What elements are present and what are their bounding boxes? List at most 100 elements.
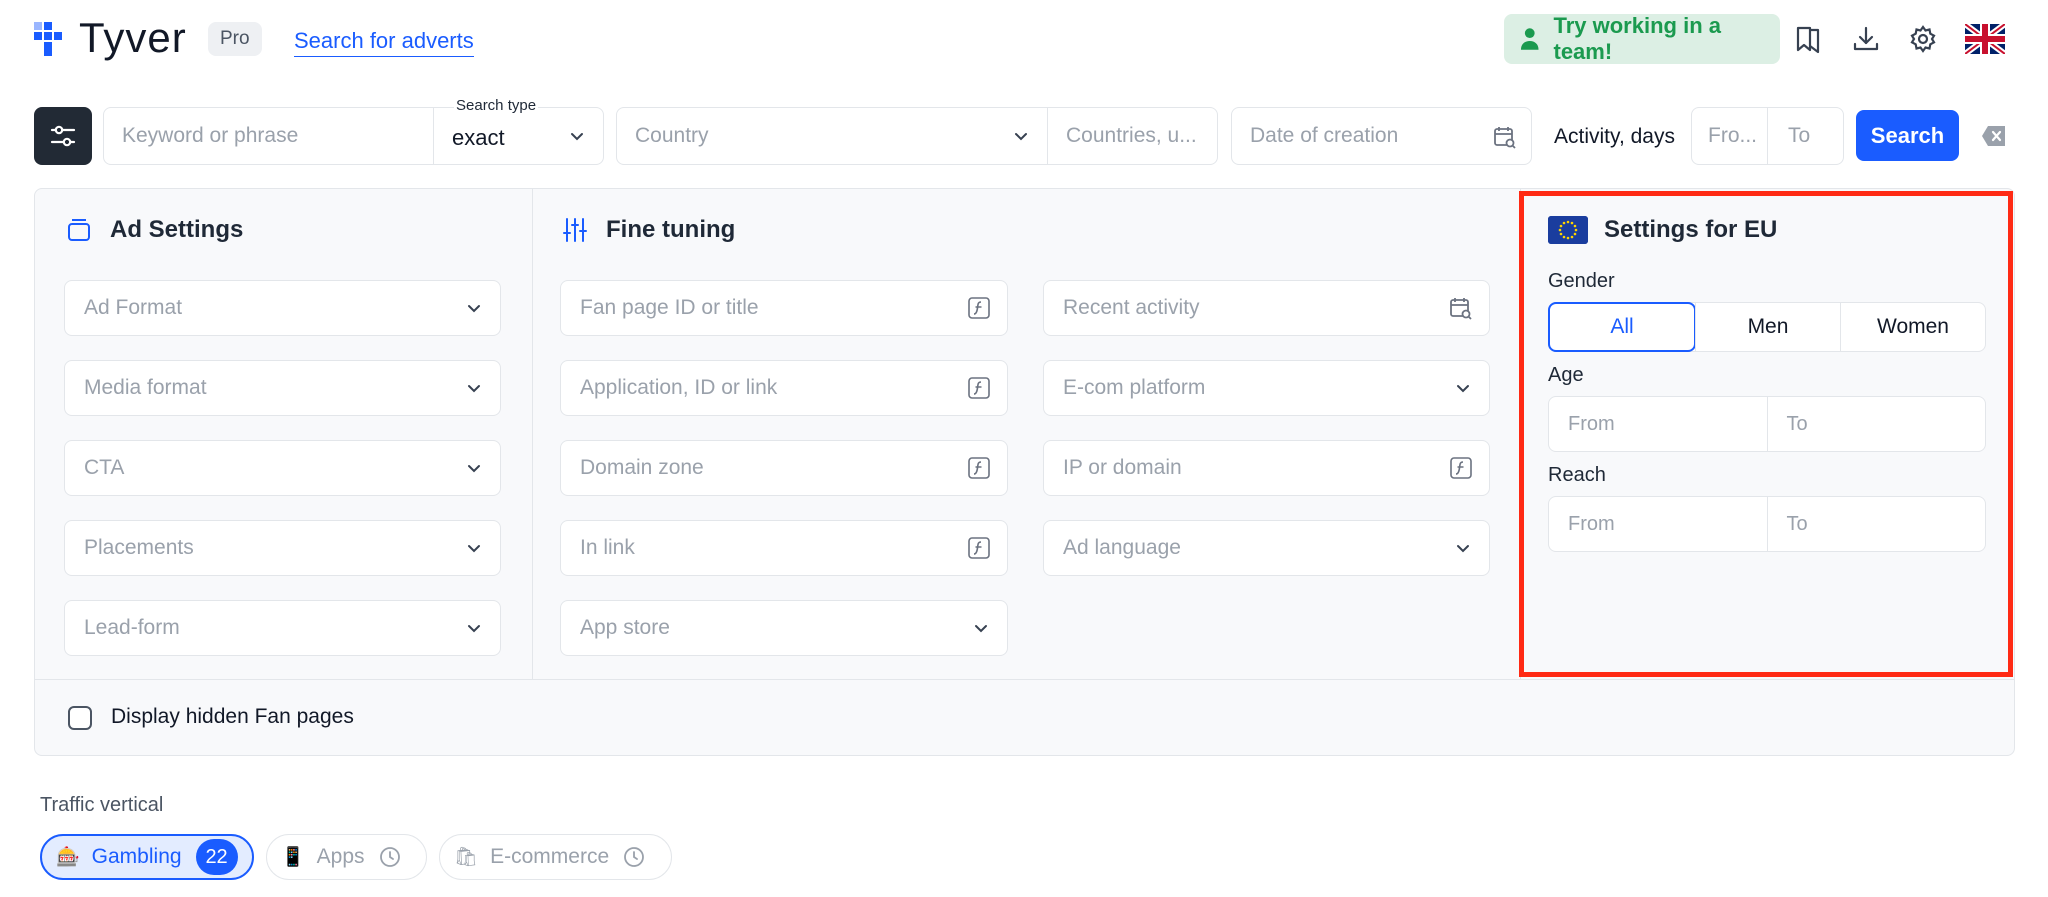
chip-ecommerce[interactable]: 🛍 E-commerce xyxy=(439,834,672,880)
chevron-down-icon xyxy=(975,625,987,633)
logo-text: Tyver xyxy=(79,14,187,61)
country-select[interactable]: Country xyxy=(616,107,1048,165)
domain-zone-input[interactable]: Domain zone xyxy=(560,440,1008,496)
cta-select[interactable]: CTA xyxy=(64,440,501,496)
eu-settings-title: Settings for EU xyxy=(1604,216,1778,243)
display-hidden-checkbox[interactable] xyxy=(68,706,92,730)
function-icon xyxy=(968,377,990,399)
ip-domain-input[interactable]: IP or domain xyxy=(1043,440,1490,496)
activity-from-placeholder: Fro... xyxy=(1708,124,1758,147)
domain-zone-placeholder: Domain zone xyxy=(580,456,704,479)
in-link-placeholder: In link xyxy=(580,536,635,559)
keyword-input[interactable]: Keyword or phrase xyxy=(103,107,434,165)
try-team-label: Try working in a team! xyxy=(1553,13,1721,64)
fan-page-placeholder: Fan page ID or title xyxy=(580,296,759,319)
app-store-select[interactable]: App store xyxy=(560,600,1008,656)
gender-women-option[interactable]: Women xyxy=(1840,303,1985,351)
age-to-input[interactable]: To xyxy=(1766,397,1986,451)
function-icon xyxy=(1450,457,1472,479)
gender-men-option[interactable]: Men xyxy=(1695,303,1840,351)
activity-to-placeholder: To xyxy=(1788,124,1811,147)
uk-flag-icon[interactable] xyxy=(1964,22,2006,56)
age-from-input[interactable]: From xyxy=(1549,397,1767,451)
function-icon xyxy=(968,457,990,479)
reach-label: Reach xyxy=(1548,464,1606,486)
activity-to-input[interactable]: To xyxy=(1767,107,1844,165)
gambling-count-badge: 22 xyxy=(195,839,238,875)
clock-icon xyxy=(379,847,400,867)
shopping-bag-icon: 🛍 xyxy=(454,847,479,868)
ecom-platform-placeholder: E-com platform xyxy=(1063,376,1206,399)
countries-placeholder: Countries, u... xyxy=(1066,124,1197,147)
calendar-search-icon xyxy=(1494,127,1516,149)
chip-gambling[interactable]: 🎰 Gambling 22 xyxy=(40,834,254,880)
application-input[interactable]: Application, ID or link xyxy=(560,360,1008,416)
bookmarks-icon[interactable] xyxy=(1791,22,1825,56)
in-link-input[interactable]: In link xyxy=(560,520,1008,576)
panel-divider xyxy=(35,679,2014,680)
phone-icon: 📱 xyxy=(281,847,305,868)
recent-activity-input[interactable]: Recent activity xyxy=(1043,280,1490,336)
layers-icon xyxy=(68,219,90,241)
chip-apps-label: Apps xyxy=(316,845,365,868)
pro-badge: Pro xyxy=(208,22,262,56)
function-icon xyxy=(968,297,990,319)
traffic-vertical-label: Traffic vertical xyxy=(40,794,164,816)
ip-domain-placeholder: IP or domain xyxy=(1063,456,1182,479)
download-icon[interactable] xyxy=(1849,22,1883,56)
logo-icon xyxy=(34,22,62,56)
gear-icon[interactable] xyxy=(1906,22,1940,56)
clock-icon xyxy=(624,847,645,867)
filters-toggle-button[interactable] xyxy=(34,107,92,165)
chevron-down-icon xyxy=(1457,545,1469,553)
chevron-down-icon xyxy=(1457,385,1469,393)
chevron-down-icon xyxy=(1015,133,1027,141)
age-range: From To xyxy=(1548,396,1986,452)
search-adverts-link[interactable]: Search for adverts xyxy=(294,26,474,57)
gender-label: Gender xyxy=(1548,270,1615,292)
reach-from-input[interactable]: From xyxy=(1549,497,1767,551)
age-label: Age xyxy=(1548,364,1584,386)
tuning-sliders-icon xyxy=(563,218,587,242)
ecom-platform-select[interactable]: E-com platform xyxy=(1043,360,1490,416)
eu-flag-icon xyxy=(1548,216,1588,244)
search-type-value: exact xyxy=(452,125,505,150)
media-format-placeholder: Media format xyxy=(84,376,207,399)
lead-form-placeholder: Lead-form xyxy=(84,616,180,639)
country-placeholder: Country xyxy=(635,124,709,147)
search-type-select[interactable]: exact xyxy=(433,107,604,165)
slot-machine-icon: 🎰 xyxy=(56,847,80,868)
placements-select[interactable]: Placements xyxy=(64,520,501,576)
reach-range: From To xyxy=(1548,496,1986,552)
application-placeholder: Application, ID or link xyxy=(580,376,778,399)
sliders-icon xyxy=(50,125,76,147)
clear-icon[interactable] xyxy=(1981,125,2007,147)
try-team-button[interactable]: Try working in a team! xyxy=(1504,13,1780,64)
chip-apps[interactable]: 📱 Apps xyxy=(266,834,427,880)
ad-language-select[interactable]: Ad language xyxy=(1043,520,1490,576)
display-hidden-label: Display hidden Fan pages xyxy=(111,705,354,728)
search-button[interactable]: Search xyxy=(1856,110,1959,161)
chevron-down-icon xyxy=(571,133,583,141)
fine-tuning-title: Fine tuning xyxy=(562,216,735,244)
chevron-down-icon xyxy=(468,625,480,633)
keyword-placeholder: Keyword or phrase xyxy=(122,124,299,147)
media-format-select[interactable]: Media format xyxy=(64,360,501,416)
function-icon xyxy=(968,537,990,559)
activity-from-input[interactable]: Fro... xyxy=(1691,107,1768,165)
reach-to-input[interactable]: To xyxy=(1766,497,1986,551)
search-type-label: Search type xyxy=(454,97,539,114)
date-of-creation-input[interactable]: Date of creation xyxy=(1231,107,1532,165)
gender-segmented-control: All Men Women xyxy=(1548,302,1986,352)
ad-language-placeholder: Ad language xyxy=(1063,536,1181,559)
placements-placeholder: Placements xyxy=(84,536,194,559)
countries-input[interactable]: Countries, u... xyxy=(1047,107,1218,165)
ad-format-select[interactable]: Ad Format xyxy=(64,280,501,336)
fine-tuning-title-text: Fine tuning xyxy=(606,216,736,243)
chip-ecommerce-label: E-commerce xyxy=(490,845,610,868)
fan-page-input[interactable]: Fan page ID or title xyxy=(560,280,1008,336)
lead-form-select[interactable]: Lead-form xyxy=(64,600,501,656)
top-header: Tyver Pro Search for adverts Try working… xyxy=(0,0,2048,80)
gender-all-option[interactable]: All xyxy=(1548,302,1696,352)
chevron-down-icon xyxy=(468,545,480,553)
